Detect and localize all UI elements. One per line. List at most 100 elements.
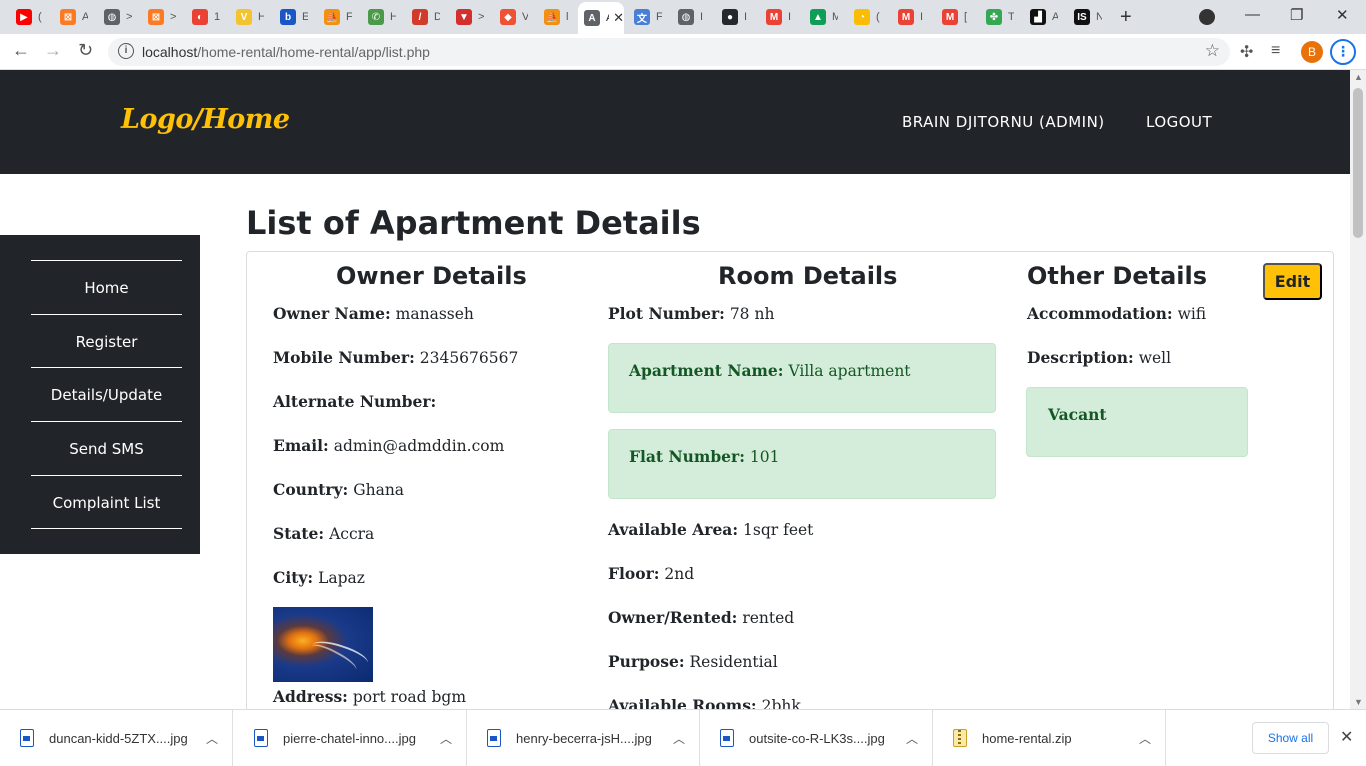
- browser-menu-icon[interactable]: ⋮: [1330, 39, 1356, 65]
- tab-title: >: [478, 11, 484, 23]
- is-icon: IS: [1074, 9, 1090, 25]
- tab-title: (: [38, 11, 42, 23]
- github-icon: ●: [722, 9, 738, 25]
- browser-tab[interactable]: MI: [892, 4, 926, 30]
- flat-number-field: Flat Number: 101: [629, 447, 780, 466]
- browser-tab[interactable]: ◍ >: [98, 4, 132, 30]
- extensions-icon[interactable]: ✣: [1240, 42, 1253, 62]
- room-details-heading: Room Details: [718, 262, 898, 290]
- browser-tab[interactable]: ✆ H: [362, 4, 396, 30]
- restore-icon[interactable]: ❐: [1290, 6, 1303, 24]
- browser-tab[interactable]: ◆ V: [494, 4, 528, 30]
- page-viewport: Logo/Home BRAIN DJITORNU (ADMIN) LOGOUT …: [0, 70, 1350, 709]
- show-all-downloads-button[interactable]: Show all: [1252, 722, 1329, 754]
- tab-title: >: [126, 11, 132, 23]
- reload-icon[interactable]: ↻: [78, 40, 93, 61]
- scroll-up-icon[interactable]: ▲: [1354, 72, 1363, 82]
- owner-details-heading: Owner Details: [336, 262, 527, 290]
- browser-tab[interactable]: bE: [274, 4, 308, 30]
- window-close-icon[interactable]: ✕: [1336, 6, 1349, 24]
- profile-avatar[interactable]: B: [1301, 41, 1323, 63]
- download-filename: outsite-co-R-LK3s....jpg: [749, 731, 885, 746]
- site-info-icon[interactable]: i: [118, 43, 134, 59]
- edit-button[interactable]: Edit: [1263, 263, 1322, 300]
- browser-tab[interactable]: VH: [230, 4, 264, 30]
- address-bar[interactable]: i localhost/home-rental/home-rental/app/…: [108, 38, 1230, 66]
- tab-active[interactable]: AA ✕: [578, 2, 624, 34]
- browser-tab[interactable]: ● I: [716, 4, 750, 30]
- tab-title: F: [656, 11, 662, 23]
- pinwheel-icon: ✤: [986, 9, 1002, 25]
- accommodation-field: Accommodation: wifi: [1027, 304, 1207, 323]
- address-field: Address: port road bgm: [273, 687, 467, 706]
- browser-tab[interactable]: ◍ I: [672, 4, 706, 30]
- browser-tab[interactable]: ◐ 1: [186, 4, 220, 30]
- browser-tab[interactable]: ⊠ A: [54, 4, 88, 30]
- tab-title: A: [82, 11, 88, 23]
- chevron-up-icon[interactable]: ︿: [673, 730, 685, 747]
- browser-tab[interactable]: ▼ >: [450, 4, 484, 30]
- browser-tab[interactable]: ◔(: [848, 4, 882, 30]
- browser-tab[interactable]: / D: [406, 4, 440, 30]
- download-item[interactable]: outsite-co-R-LK3s....jpg ︿: [700, 710, 933, 766]
- chevron-up-icon[interactable]: ︿: [206, 730, 218, 747]
- tab-title: H: [258, 11, 264, 23]
- apartment-photo[interactable]: [273, 607, 373, 682]
- chrome-icon: ◐: [192, 9, 208, 25]
- media-control-icon[interactable]: ≡: [1271, 42, 1280, 60]
- pie-icon: ◔: [854, 9, 870, 25]
- sidebar: Home Register Details/Update Send SMS Co…: [0, 235, 200, 554]
- browser-tab[interactable]: 文F: [628, 4, 662, 30]
- chevron-up-icon[interactable]: ︿: [440, 730, 452, 747]
- google-drive-icon: ▲: [810, 9, 826, 25]
- scroll-down-icon[interactable]: ▼: [1354, 697, 1363, 707]
- browser-tab[interactable]: ▟ A: [1024, 4, 1058, 30]
- browser-tab[interactable]: ⛵ l: [538, 4, 572, 30]
- tab-title: D: [434, 11, 440, 23]
- page-scrollbar[interactable]: ▲ ▼: [1350, 70, 1366, 709]
- scrollbar-thumb[interactable]: [1353, 88, 1363, 238]
- sidebar-item-register[interactable]: Register: [31, 314, 182, 368]
- close-shelf-icon[interactable]: ✕: [1340, 727, 1353, 747]
- download-item[interactable]: home-rental.zip ︿: [933, 710, 1166, 766]
- sidebar-item-send-sms[interactable]: Send SMS: [31, 421, 182, 475]
- browser-tab[interactable]: M[: [936, 4, 970, 30]
- back-icon[interactable]: ←: [12, 40, 30, 61]
- download-item[interactable]: pierre-chatel-inno....jpg ︿: [234, 710, 467, 766]
- chevron-up-icon[interactable]: ︿: [906, 730, 918, 747]
- browser-tab[interactable]: MI: [760, 4, 794, 30]
- tab-search-icon[interactable]: [1199, 9, 1215, 25]
- browser-tab[interactable]: IS N: [1068, 4, 1102, 30]
- browser-tab[interactable]: ⊠ >: [142, 4, 176, 30]
- browser-tab[interactable]: ⛵ F: [318, 4, 352, 30]
- browser-tab[interactable]: ▶(: [10, 4, 44, 30]
- sidebar-item-details-update[interactable]: Details/Update: [31, 367, 182, 421]
- user-account-link[interactable]: BRAIN DJITORNU (ADMIN): [902, 113, 1105, 131]
- sidebar-item-home[interactable]: Home: [31, 260, 182, 314]
- browser-tab[interactable]: ▲ M: [804, 4, 838, 30]
- new-tab-button[interactable]: +: [1120, 6, 1132, 29]
- alternate-number-field: Alternate Number:: [273, 392, 437, 411]
- url-text[interactable]: localhost/home-rental/home-rental/app/li…: [142, 44, 430, 60]
- image-file-icon: [720, 729, 734, 747]
- gmail-icon: M: [898, 9, 914, 25]
- tab-title: A: [606, 12, 609, 24]
- site-logo[interactable]: Logo/Home: [121, 104, 290, 135]
- bookmark-star-icon[interactable]: ☆: [1205, 41, 1220, 61]
- tab-title: I: [700, 11, 704, 23]
- tab-close-icon[interactable]: ✕: [613, 10, 624, 26]
- floor-field: Floor: 2nd: [608, 564, 695, 583]
- logout-link[interactable]: LOGOUT: [1146, 113, 1212, 131]
- tab-title: (: [876, 11, 880, 23]
- download-item[interactable]: duncan-kidd-5ZTX....jpg ︿: [0, 710, 233, 766]
- status-badge: Vacant: [1048, 405, 1107, 424]
- forward-icon[interactable]: →: [44, 40, 62, 61]
- download-item[interactable]: henry-becerra-jsH....jpg ︿: [467, 710, 700, 766]
- browser-tab[interactable]: ✤ T: [980, 4, 1014, 30]
- minimize-icon[interactable]: —: [1245, 6, 1260, 23]
- gmail-icon: M: [766, 9, 782, 25]
- chevron-up-icon[interactable]: ︿: [1139, 730, 1151, 747]
- zip-file-icon: [953, 729, 967, 747]
- whatsapp-icon: ✆: [368, 9, 384, 25]
- sidebar-item-complaint-list[interactable]: Complaint List: [31, 475, 182, 529]
